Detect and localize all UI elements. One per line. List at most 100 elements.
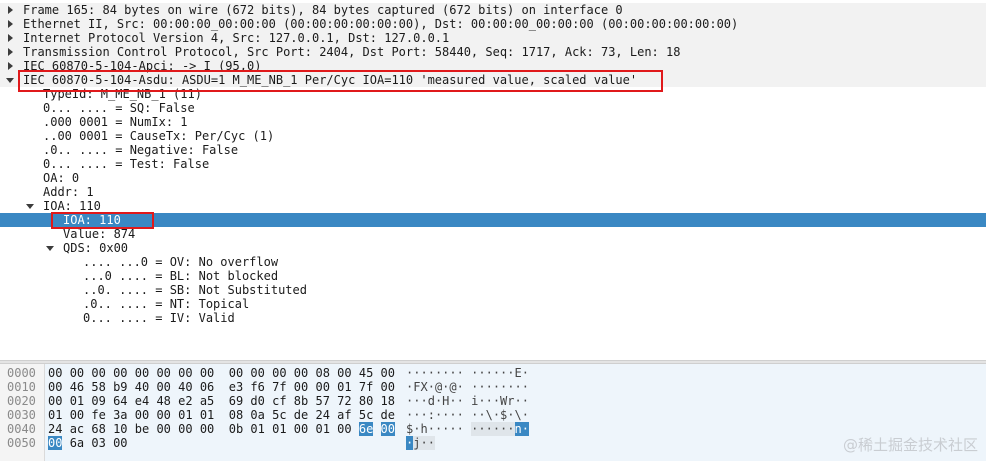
- ascii-char[interactable]: ·: [442, 408, 449, 422]
- hex-byte[interactable]: 7f: [272, 380, 286, 394]
- ascii-char[interactable]: ·: [478, 422, 486, 436]
- ascii-char[interactable]: ·: [522, 394, 529, 408]
- hex-byte[interactable]: 00: [70, 366, 84, 380]
- ascii-row[interactable]: ·FX·@·@· ········: [406, 380, 529, 394]
- tree-row[interactable]: TypeId: M_ME_NB_1 (11): [0, 87, 986, 101]
- hex-byte[interactable]: 00: [250, 366, 264, 380]
- hex-byte[interactable]: b9: [113, 380, 127, 394]
- hex-byte[interactable]: e2: [178, 394, 192, 408]
- ascii-char[interactable]: ·: [500, 380, 507, 394]
- hex-byte[interactable]: 01: [70, 394, 84, 408]
- tree-row[interactable]: .000 0001 = NumIx: 1: [0, 115, 986, 129]
- ascii-char[interactable]: ·: [522, 380, 529, 394]
- hex-byte[interactable]: 00: [272, 366, 286, 380]
- hex-byte[interactable]: 00: [70, 408, 84, 422]
- tree-row[interactable]: Transmission Control Protocol, Src Port:…: [0, 45, 986, 59]
- hex-byte[interactable]: 00: [178, 366, 192, 380]
- ascii-char[interactable]: ·: [413, 394, 420, 408]
- ascii-char[interactable]: ·: [500, 422, 508, 436]
- tree-row[interactable]: 0... .... = SQ: False: [0, 101, 986, 115]
- tree-row[interactable]: IEC 60870-5-104-Apci: -> I (95,0): [0, 59, 986, 73]
- ascii-char[interactable]: ·: [493, 394, 500, 408]
- collapse-arrow-icon[interactable]: [5, 31, 15, 45]
- hex-byte[interactable]: af: [337, 408, 351, 422]
- ascii-char[interactable]: \: [515, 408, 522, 422]
- ascii-char[interactable]: ·: [493, 408, 500, 422]
- ascii-row[interactable]: ···d·H·· i···Wr··: [406, 394, 529, 408]
- collapse-arrow-icon[interactable]: [5, 17, 15, 31]
- tree-row[interactable]: .... ...0 = OV: No overflow: [0, 255, 986, 269]
- ascii-char[interactable]: ·: [457, 380, 464, 394]
- ascii-char[interactable]: F: [413, 380, 420, 394]
- ascii-char[interactable]: d: [428, 394, 435, 408]
- hex-byte[interactable]: 80: [359, 394, 373, 408]
- ascii-char[interactable]: r: [507, 394, 514, 408]
- hex-byte[interactable]: 01: [272, 422, 286, 436]
- hex-byte[interactable]: 64: [113, 394, 127, 408]
- ascii-char[interactable]: ·: [413, 422, 420, 436]
- hex-byte[interactable]: 00: [337, 422, 351, 436]
- hex-byte[interactable]: 08: [229, 408, 243, 422]
- ascii-char[interactable]: ·: [478, 394, 485, 408]
- hex-byte[interactable]: 00: [229, 366, 243, 380]
- hex-byte[interactable]: 09: [91, 394, 105, 408]
- hex-byte[interactable]: de: [294, 408, 308, 422]
- ascii-char[interactable]: ·: [428, 422, 435, 436]
- ascii-char[interactable]: ·: [427, 436, 435, 450]
- ascii-char[interactable]: ·: [492, 422, 501, 436]
- hex-byte[interactable]: 00: [178, 422, 192, 436]
- ascii-char[interactable]: E: [515, 366, 522, 380]
- hex-bytes-row[interactable]: 00 01 09 64 e4 48 e2 a5 69 d0 cf 8b 57 7…: [48, 394, 395, 408]
- hex-byte[interactable]: 00: [156, 380, 170, 394]
- hex-byte[interactable]: 8b: [294, 394, 308, 408]
- tree-row[interactable]: Value: 874: [0, 227, 986, 241]
- hex-byte[interactable]: 00: [380, 422, 395, 436]
- ascii-char[interactable]: ·: [435, 408, 442, 422]
- ascii-char[interactable]: ·: [406, 394, 413, 408]
- tree-row[interactable]: QDS: 0x00: [0, 241, 986, 255]
- hex-byte[interactable]: 01: [250, 422, 264, 436]
- hex-byte[interactable]: 58: [91, 380, 105, 394]
- hex-byte[interactable]: 00: [200, 422, 214, 436]
- hex-byte[interactable]: 10: [113, 422, 127, 436]
- hex-byte[interactable]: 24: [315, 408, 329, 422]
- tree-row[interactable]: ..0. .... = SB: Not Substituted: [0, 283, 986, 297]
- ascii-char[interactable]: ·: [471, 422, 479, 436]
- hex-byte[interactable]: 7f: [359, 380, 373, 394]
- ascii-char[interactable]: ·: [521, 422, 529, 436]
- hex-byte[interactable]: 0a: [250, 408, 264, 422]
- hex-byte[interactable]: 03: [91, 436, 105, 450]
- hex-byte[interactable]: 57: [315, 394, 329, 408]
- hex-byte[interactable]: 00: [381, 366, 395, 380]
- ascii-char[interactable]: ·: [442, 366, 449, 380]
- ascii-char[interactable]: ·: [406, 408, 413, 422]
- ascii-char[interactable]: @: [449, 380, 456, 394]
- ascii-char[interactable]: ·: [500, 366, 507, 380]
- tree-row[interactable]: 0... .... = IV: Valid: [0, 311, 986, 325]
- ascii-char[interactable]: ·: [435, 366, 442, 380]
- hex-byte[interactable]: 6e: [358, 422, 374, 436]
- hex-byte[interactable]: 0b: [229, 422, 243, 436]
- ascii-char[interactable]: ·: [471, 380, 478, 394]
- hex-byte[interactable]: 00: [113, 366, 127, 380]
- hex-byte[interactable]: 00: [294, 422, 308, 436]
- ascii-char[interactable]: H: [442, 394, 449, 408]
- ascii-char[interactable]: ·: [507, 380, 514, 394]
- hex-bytes-row[interactable]: 00 00 00 00 00 00 00 00 00 00 00 00 08 0…: [48, 366, 395, 380]
- ascii-char[interactable]: X: [420, 380, 427, 394]
- ascii-char[interactable]: ·: [449, 422, 456, 436]
- ascii-char[interactable]: ·: [420, 366, 427, 380]
- ascii-char[interactable]: :: [428, 408, 435, 422]
- hex-byte[interactable]: 5c: [272, 408, 286, 422]
- ascii-char[interactable]: ·: [406, 436, 414, 450]
- tree-row[interactable]: IEC 60870-5-104-Asdu: ASDU=1 M_ME_NB_1 P…: [0, 73, 986, 87]
- hex-byte[interactable]: 00: [113, 436, 127, 450]
- expand-arrow-icon[interactable]: [5, 73, 15, 87]
- hex-byte[interactable]: 3a: [113, 408, 127, 422]
- hex-byte[interactable]: 01: [315, 422, 329, 436]
- ascii-char[interactable]: ·: [522, 408, 529, 422]
- ascii-char[interactable]: ·: [435, 422, 442, 436]
- ascii-char[interactable]: W: [500, 394, 507, 408]
- tree-row[interactable]: IOA: 110: [0, 199, 986, 213]
- hex-byte[interactable]: cf: [272, 394, 286, 408]
